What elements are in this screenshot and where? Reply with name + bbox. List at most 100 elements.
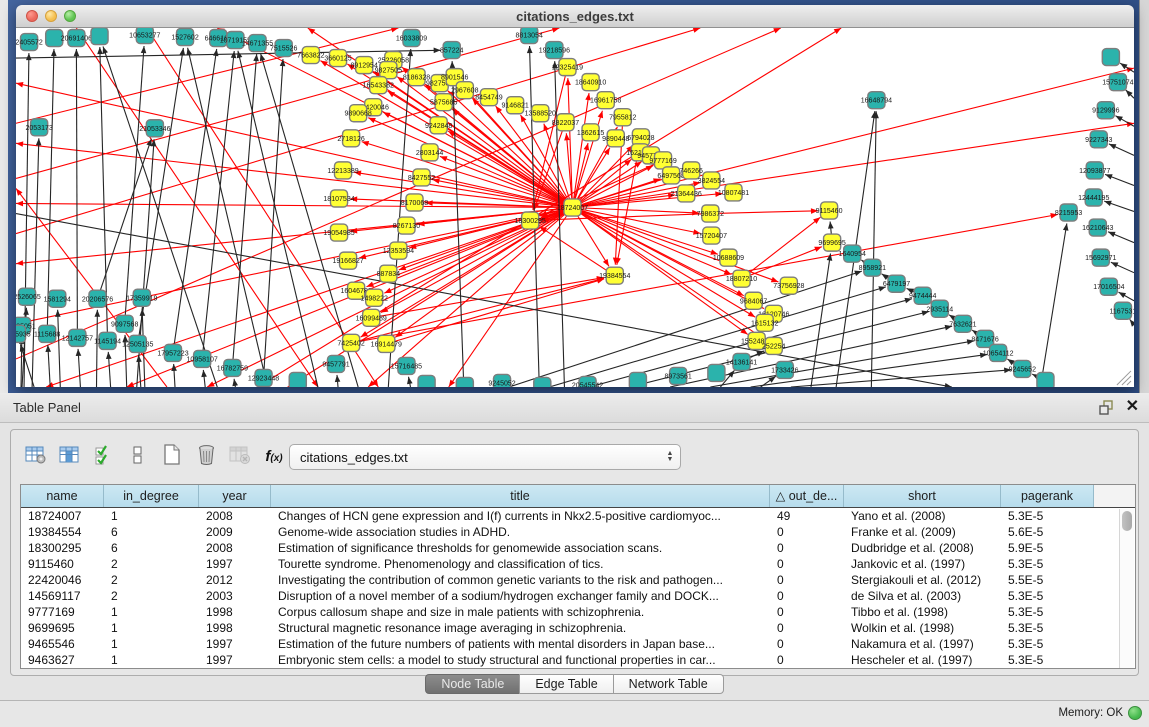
table-cell[interactable]: 9777169 xyxy=(21,604,104,620)
graph-node[interactable]: 8454749 xyxy=(475,89,502,106)
table-cell[interactable]: 2 xyxy=(104,588,199,604)
table-cell[interactable]: 5.3E-5 xyxy=(1001,508,1094,524)
graph-node[interactable]: 2526065 xyxy=(16,288,41,305)
graph-node[interactable]: 8170068 xyxy=(401,194,428,211)
table-cell[interactable]: 1 xyxy=(104,636,199,652)
graph-node[interactable]: 8215953 xyxy=(1055,204,1082,221)
table-cell[interactable]: Changes of HCN gene expression and I(f) … xyxy=(271,508,770,524)
table-cell[interactable]: 0 xyxy=(770,540,844,556)
table-cell[interactable]: 2 xyxy=(104,572,199,588)
table-cell[interactable]: Dudbridge et al. (2008) xyxy=(844,540,1001,556)
graph-node[interactable]: 9097568 xyxy=(111,315,138,332)
table-cell[interactable]: 5.6E-5 xyxy=(1001,524,1094,540)
table-cell[interactable]: 2012 xyxy=(199,572,271,588)
table-cell[interactable]: 5.3E-5 xyxy=(1001,620,1094,636)
graph-node[interactable]: 9684067 xyxy=(740,292,767,309)
table-cell[interactable]: 1998 xyxy=(199,604,271,620)
table-cell[interactable]: 9465546 xyxy=(21,636,104,652)
table-cell[interactable]: 0 xyxy=(770,604,844,620)
table-cell[interactable]: 2003 xyxy=(199,588,271,604)
table-row[interactable]: 1938455462009Genome-wide association stu… xyxy=(21,524,1135,540)
table-cell[interactable]: Estimation of the future numbers of pati… xyxy=(271,636,770,652)
graph-node[interactable]: 252254 xyxy=(762,337,786,354)
graph-node[interactable]: 1167531 xyxy=(1110,302,1134,319)
graph-node[interactable] xyxy=(708,364,725,381)
graph-node[interactable]: 9457791 xyxy=(322,355,349,372)
table-cell[interactable]: 5.3E-5 xyxy=(1001,588,1094,604)
graph-node[interactable]: 9699695 xyxy=(818,234,845,251)
table-cell[interactable]: 5.5E-5 xyxy=(1001,572,1094,588)
table-row[interactable]: 1830029562008Estimation of significance … xyxy=(21,540,1135,556)
graph-node[interactable] xyxy=(629,372,646,387)
table-cell[interactable]: 18724007 xyxy=(21,508,104,524)
graph-node[interactable]: 2718126 xyxy=(337,130,364,147)
table-cell[interactable]: 0 xyxy=(770,588,844,604)
function-builder-button[interactable]: f(x) xyxy=(261,444,287,470)
table-cell[interactable]: de Silva et al. (2003) xyxy=(844,588,1001,604)
table-row[interactable]: 977716911998Corpus callosum shape and si… xyxy=(21,604,1135,620)
column-header-short[interactable]: short xyxy=(844,485,1001,507)
graph-node[interactable]: 10958107 xyxy=(187,350,218,367)
graph-node[interactable]: 887834 xyxy=(377,265,401,282)
table-cell[interactable]: 1997 xyxy=(199,652,271,668)
graph-node[interactable]: 17359919 xyxy=(126,289,157,306)
graph-node[interactable]: 9890448 xyxy=(602,130,629,147)
graph-node[interactable]: 20545542 xyxy=(572,376,603,387)
graph-node[interactable]: 8973561 xyxy=(664,367,691,384)
table-cell[interactable]: Nakamura et al. (1997) xyxy=(844,636,1001,652)
table-row[interactable]: 946554611997Estimation of the future num… xyxy=(21,636,1135,652)
graph-node[interactable]: 10688609 xyxy=(713,249,744,266)
table-row[interactable]: 2242004622012Investigating the contribut… xyxy=(21,572,1135,588)
table-cell[interactable]: 18300295 xyxy=(21,540,104,556)
network-window-titlebar[interactable]: citations_edges.txt xyxy=(16,5,1134,28)
table-cell[interactable]: Wolkin et al. (1998) xyxy=(844,620,1001,636)
table-cell[interactable]: Investigating the contribution of common… xyxy=(271,572,770,588)
table-cell[interactable]: 0 xyxy=(770,652,844,668)
table-cell[interactable]: Estimation of significance thresholds fo… xyxy=(271,540,770,556)
graph-node[interactable]: 15720407 xyxy=(696,227,727,244)
graph-node[interactable]: 746266 xyxy=(679,162,703,179)
graph-node[interactable]: 1362615 xyxy=(577,124,604,141)
table-cell[interactable]: Tourette syndrome. Phenomenology and cla… xyxy=(271,556,770,572)
delete-table-button[interactable] xyxy=(227,444,253,470)
column-header-in_degree[interactable]: in_degree xyxy=(104,485,199,507)
graph-node[interactable]: 16210643 xyxy=(1082,219,1113,236)
graph-node[interactable] xyxy=(91,28,108,45)
graph-node[interactable] xyxy=(289,372,306,387)
table-cell[interactable]: 22420046 xyxy=(21,572,104,588)
graph-node[interactable]: 12093877 xyxy=(1079,162,1110,179)
graph-node[interactable]: 7986372 xyxy=(697,205,724,222)
table-cell[interactable]: Jankovic et al. (1997) xyxy=(844,556,1001,572)
deselect-all-button[interactable] xyxy=(125,444,151,470)
graph-node[interactable]: 1145194 xyxy=(94,332,121,349)
graph-node[interactable]: 8813054 xyxy=(516,28,543,44)
graph-node[interactable] xyxy=(1037,372,1054,387)
table-cell[interactable]: 1997 xyxy=(199,636,271,652)
graph-node[interactable]: 10807481 xyxy=(718,184,749,201)
table-cell[interactable]: 6 xyxy=(104,540,199,556)
table-cell[interactable]: 0 xyxy=(770,636,844,652)
table-cell[interactable]: Disruption of a novel member of a sodium… xyxy=(271,588,770,604)
column-header-title[interactable]: title xyxy=(271,485,770,507)
graph-node[interactable]: 19054985 xyxy=(323,224,354,241)
graph-node[interactable]: 9245052 xyxy=(488,374,515,387)
graph-node[interactable] xyxy=(1102,49,1119,66)
graph-node[interactable]: 1115688 xyxy=(34,325,60,342)
graph-node[interactable]: 19384554 xyxy=(599,267,630,284)
table-cell[interactable]: 5.3E-5 xyxy=(1001,636,1094,652)
table-cell[interactable]: 14569117 xyxy=(21,588,104,604)
tab-network-table[interactable]: Network Table xyxy=(613,674,724,694)
table-cell[interactable]: 5.9E-5 xyxy=(1001,540,1094,556)
table-cell[interactable]: 2008 xyxy=(199,508,271,524)
table-cell[interactable]: 0 xyxy=(770,556,844,572)
table-cell[interactable]: Structural magnetic resonance image aver… xyxy=(271,620,770,636)
table-scrollbar[interactable] xyxy=(1119,509,1134,668)
graph-node[interactable]: 12213389 xyxy=(327,162,358,179)
table-cell[interactable]: Genome-wide association studies in ADHD. xyxy=(271,524,770,540)
graph-node[interactable]: 7955812 xyxy=(609,109,636,126)
table-row[interactable]: 911546021997Tourette syndrome. Phenomeno… xyxy=(21,556,1135,572)
tab-node-table[interactable]: Node Table xyxy=(425,674,520,694)
table-cell[interactable]: 1998 xyxy=(199,620,271,636)
column-header-name[interactable]: name xyxy=(21,485,104,507)
graph-node[interactable]: 15751074 xyxy=(1102,74,1133,91)
